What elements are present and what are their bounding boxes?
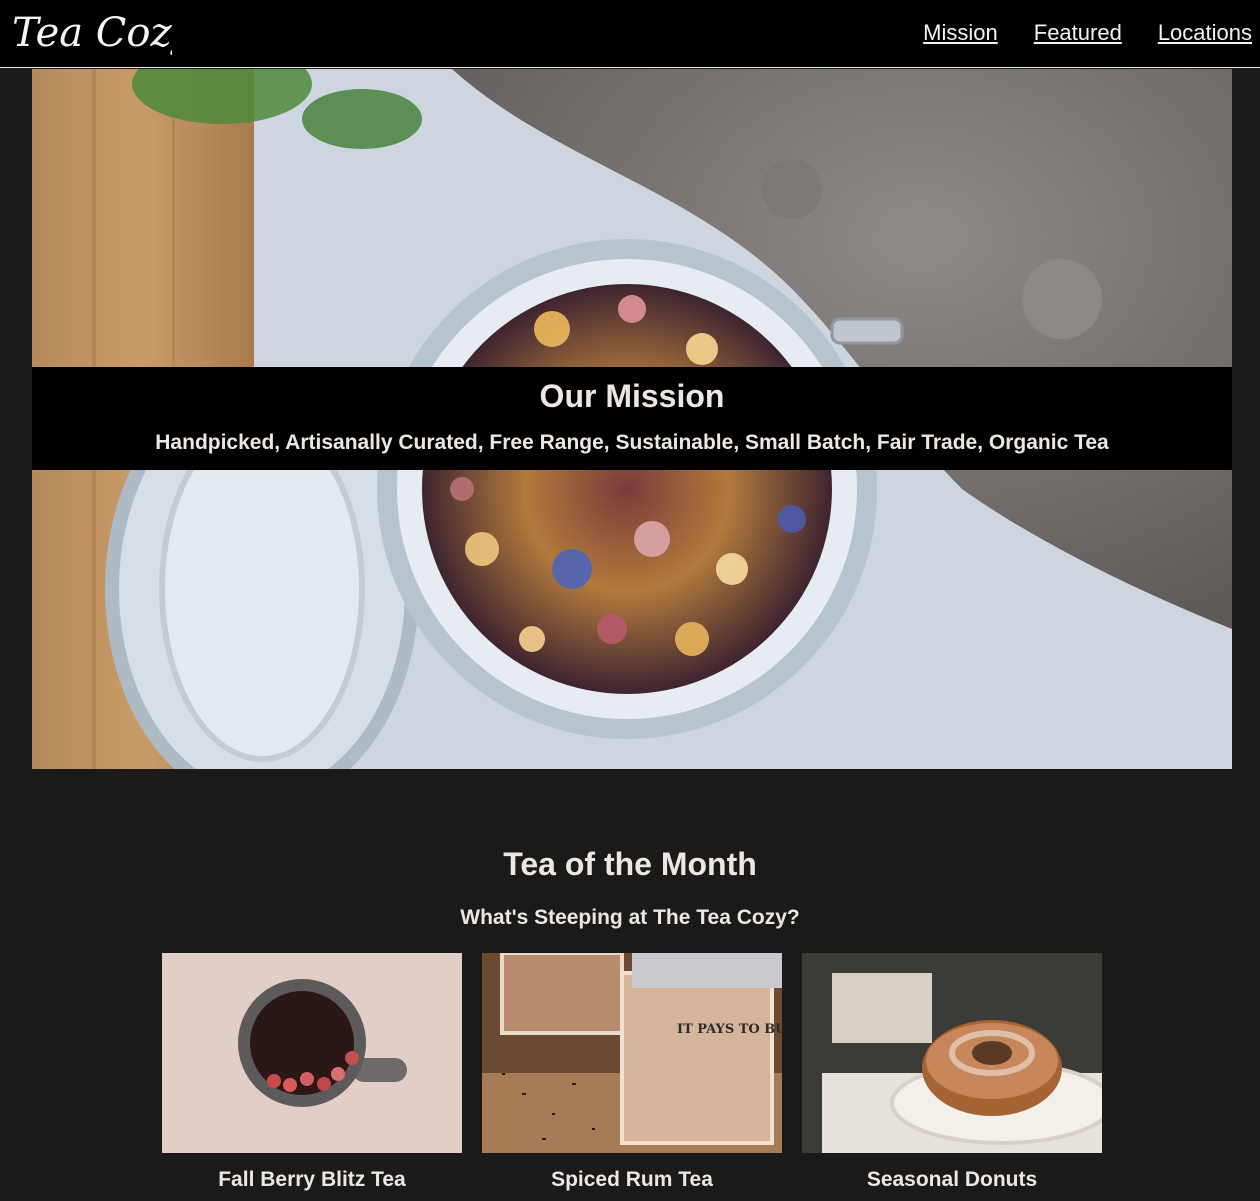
featured-item-card[interactable]: Fall Berry Blitz Tea	[162, 953, 462, 1192]
mug-with-berries-image	[162, 953, 462, 1153]
mission-banner: Our Mission Handpicked, Artisanally Cura…	[32, 367, 1232, 470]
nav-link-featured[interactable]: Featured	[1034, 20, 1122, 46]
tea-cozy-logo[interactable]: Tea Cozy	[10, 4, 196, 62]
logo-text: Tea Cozy	[12, 10, 172, 56]
tea-box-sign-text: IT PAYS TO BUY GOOD TEA	[677, 1022, 782, 1037]
featured-item-name: Fall Berry Blitz Tea	[218, 1168, 406, 1191]
fall-berry-blitz-image	[162, 953, 462, 1153]
featured-item-card[interactable]: IT PAYS TO BUY GOOD TEA Spiced Rum Tea	[482, 953, 782, 1192]
mission-hero: Our Mission Handpicked, Artisanally Cura…	[32, 69, 1232, 769]
featured-item-card[interactable]: Seasonal Donuts	[802, 953, 1102, 1192]
seasonal-donuts-image	[802, 953, 1102, 1153]
logo-graphic: Tea Cozy	[12, 10, 196, 56]
donut-image	[802, 953, 1102, 1153]
spiced-rum-image: IT PAYS TO BUY GOOD TEA	[482, 953, 782, 1153]
tea-of-the-month-subtitle: What's Steeping at The Tea Cozy?	[460, 906, 800, 929]
nav-link-locations[interactable]: Locations	[1158, 20, 1252, 46]
tea-box-image: IT PAYS TO BUY GOOD TEA	[482, 953, 782, 1153]
tea-of-the-month-title: Tea of the Month	[503, 846, 757, 882]
featured-item-name: Spiced Rum Tea	[551, 1168, 713, 1191]
mission-tagline: Handpicked, Artisanally Curated, Free Ra…	[155, 431, 1109, 454]
mission-title: Our Mission	[539, 378, 725, 414]
site-header: Tea Cozy Mission Featured Locations	[0, 0, 1260, 68]
nav-link-mission[interactable]: Mission	[923, 20, 998, 46]
featured-item-name: Seasonal Donuts	[866, 1168, 1038, 1191]
main-nav: Mission Featured Locations	[923, 20, 1252, 46]
